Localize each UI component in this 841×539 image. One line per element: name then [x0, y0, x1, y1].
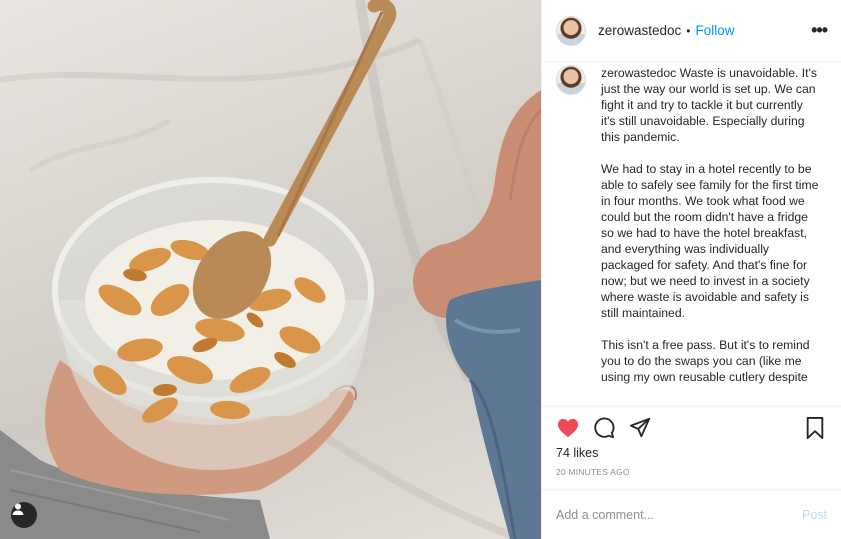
user-icon	[12, 503, 24, 515]
post-timestamp[interactable]: 20 MINUTES AGO	[556, 467, 827, 477]
post-header: zerowastedoc • Follow •••	[542, 0, 841, 62]
post-side-panel: zerowastedoc • Follow ••• zerowastedoc W…	[541, 0, 841, 539]
save-button[interactable]	[803, 416, 827, 440]
share-button[interactable]	[628, 416, 652, 440]
avatar[interactable]	[556, 15, 586, 46]
tagged-people-button[interactable]	[11, 502, 37, 528]
post-photo[interactable]	[0, 0, 541, 539]
paper-plane-icon	[629, 417, 651, 437]
separator-dot: •	[686, 23, 691, 38]
caption-paragraph-3: This isn't a free pass. But it's to remi…	[601, 338, 810, 384]
comment-box: Post	[542, 489, 841, 539]
comment-icon	[594, 417, 615, 438]
caption-paragraph-2: We had to stay in a hotel recently to be…	[601, 162, 819, 320]
header-username[interactable]: zerowastedoc	[598, 23, 681, 38]
instagram-post: zerowastedoc • Follow ••• zerowastedoc W…	[0, 0, 841, 539]
action-bar	[556, 407, 827, 448]
likes-count[interactable]: 74 likes	[556, 446, 827, 460]
more-horizontal-icon[interactable]: •••	[811, 20, 828, 41]
caption-text: zerowastedoc Waste is unavoidable. It's …	[601, 65, 819, 406]
caption-username[interactable]: zerowastedoc	[601, 66, 676, 80]
comment-button[interactable]	[592, 416, 616, 440]
follow-button[interactable]: Follow	[696, 23, 735, 38]
caption-avatar[interactable]	[556, 65, 586, 95]
caption-area: zerowastedoc Waste is unavoidable. It's …	[542, 62, 841, 406]
bookmark-icon	[806, 416, 824, 439]
heart-icon	[558, 418, 578, 437]
post-comment-button[interactable]: Post	[802, 508, 827, 522]
comment-input[interactable]	[556, 507, 802, 522]
cereal-bowl-image	[0, 0, 541, 539]
post-actions-section: 74 likes 20 MINUTES AGO	[542, 406, 841, 489]
like-button[interactable]	[556, 416, 580, 440]
